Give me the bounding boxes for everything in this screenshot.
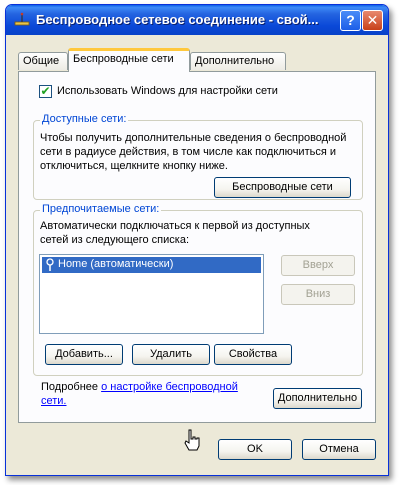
add-network-button[interactable]: Добавить... [45, 344, 123, 365]
preferred-networks-description: Автоматически подключаться к первой из д… [40, 220, 310, 246]
list-item[interactable]: Home (автоматически) [42, 257, 261, 273]
preferred-networks-list[interactable]: Home (автоматически) [39, 254, 264, 334]
hand-pointer-icon [184, 429, 200, 451]
help-button[interactable]: ? [340, 10, 361, 31]
close-button[interactable]: ✕ [362, 10, 383, 31]
use-windows-checkbox[interactable]: ✔ [39, 85, 52, 98]
tab-wireless-networks[interactable]: Беспроводные сети [68, 48, 190, 72]
tab-panel: ✔ Использовать Windows для настройки сет… [18, 71, 376, 423]
wireless-setup-link-continued[interactable]: сети. [41, 395, 67, 407]
learn-more-text: Подробнее о настройке беспроводной сети. [41, 381, 238, 407]
properties-window: Беспроводное сетевое соединение - свой..… [5, 4, 389, 476]
preferred-networks-title: Предпочитаемые сети: [40, 203, 162, 215]
wireless-setup-link[interactable]: о настройке беспроводной [101, 381, 238, 393]
tab-advanced[interactable]: Дополнительно [190, 52, 286, 70]
move-up-button[interactable]: Вверх [281, 255, 355, 276]
move-down-button[interactable]: Вниз [281, 284, 355, 305]
window-title: Беспроводное сетевое соединение - свой..… [36, 12, 319, 27]
wireless-networks-button[interactable]: Беспроводные сети [214, 177, 351, 198]
tab-general[interactable]: Общие [18, 52, 68, 70]
ok-button[interactable]: OK [218, 439, 292, 460]
available-networks-description: Чтобы получить дополнительные сведения о… [40, 132, 347, 172]
wireless-network-icon [46, 258, 54, 271]
use-windows-label: Использовать Windows для настройки сети [57, 85, 278, 97]
title-bar[interactable]: Беспроводное сетевое соединение - свой..… [6, 5, 388, 35]
remove-network-button[interactable]: Удалить [132, 344, 210, 365]
advanced-button[interactable]: Дополнительно [273, 388, 362, 409]
available-networks-title: Доступные сети: [40, 113, 129, 125]
cancel-button[interactable]: Отмена [302, 439, 376, 460]
wireless-connection-icon [14, 12, 30, 26]
available-networks-group: Доступные сети: Чтобы получить дополните… [33, 113, 363, 200]
network-properties-button[interactable]: Свойства [214, 344, 292, 365]
list-item-label: Home (автоматически) [58, 258, 174, 270]
